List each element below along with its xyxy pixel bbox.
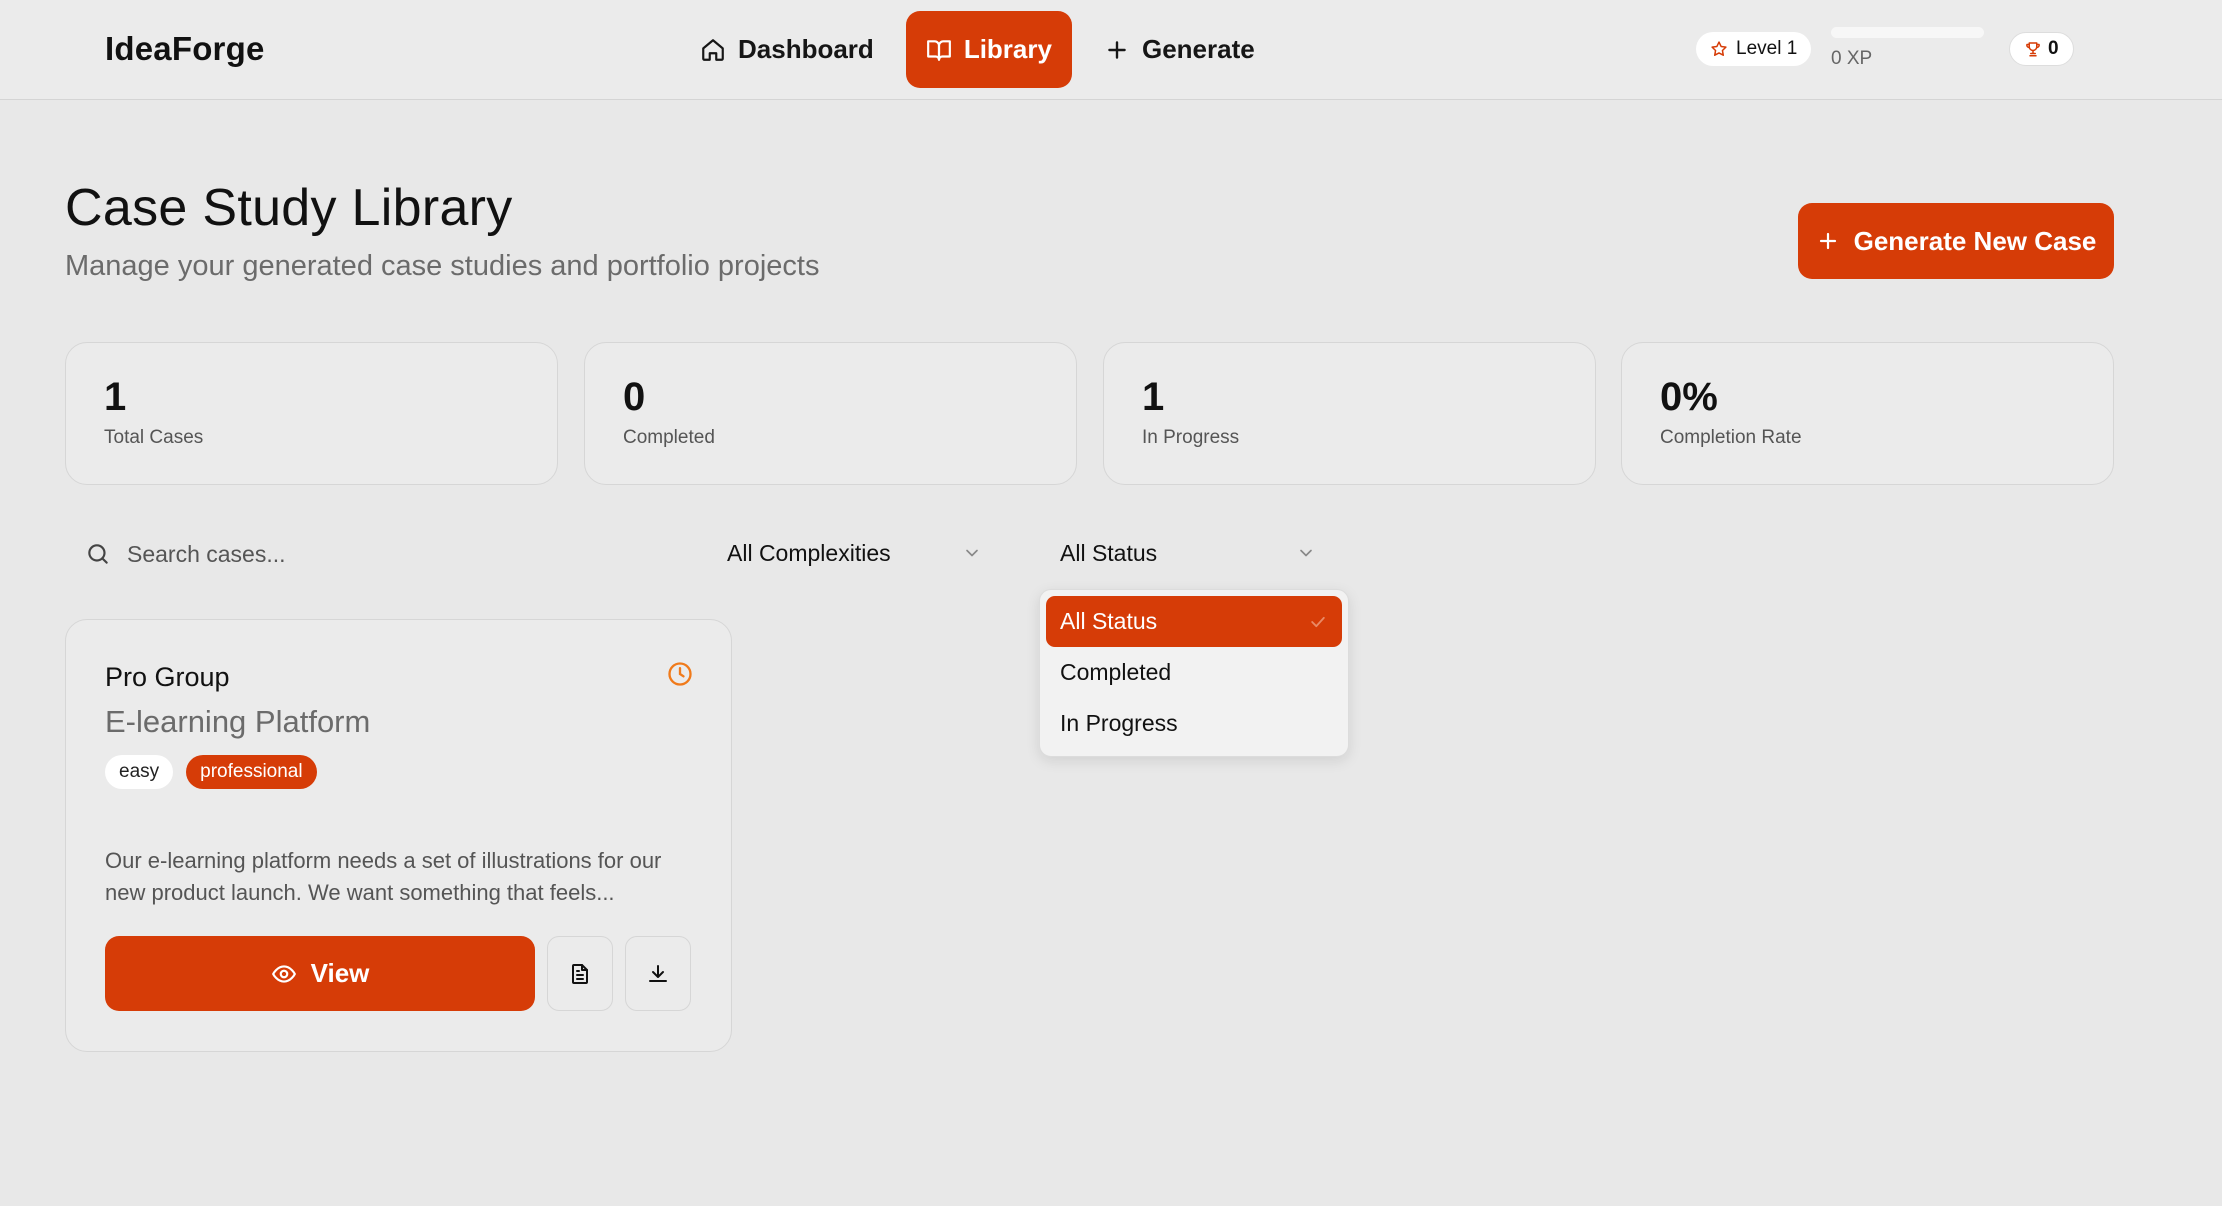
case-tags: easy professional xyxy=(105,755,317,789)
plus-icon xyxy=(1108,40,1126,59)
book-icon xyxy=(926,39,951,61)
search-input[interactable] xyxy=(127,540,647,568)
stat-value: 1 xyxy=(1142,375,1165,419)
status-select[interactable]: All Status xyxy=(1046,528,1330,578)
stat-value: 0% xyxy=(1660,375,1718,419)
stat-label: Completed xyxy=(623,427,715,448)
search-box xyxy=(65,522,685,586)
nav-dashboard[interactable]: Dashboard xyxy=(680,11,894,88)
status-option-label: Completed xyxy=(1060,659,1172,685)
status-option-label: All Status xyxy=(1060,608,1158,634)
complexity-tag: easy xyxy=(105,755,174,789)
trophy-icon xyxy=(2026,42,2040,57)
nav-library[interactable]: Library xyxy=(905,11,1072,88)
status-dropdown-menu: All Status Completed In Progress xyxy=(1039,589,1349,757)
page-title: Case Study Library xyxy=(65,179,513,237)
nav-dashboard-label: Dashboard xyxy=(738,34,874,64)
eye-icon xyxy=(271,964,296,983)
stat-card-completed: 0 Completed xyxy=(584,342,1077,485)
xp-bar xyxy=(1831,27,1984,38)
view-case-button[interactable]: View xyxy=(105,936,535,1011)
status-option-label: In Progress xyxy=(1060,710,1178,736)
nav-generate[interactable]: Generate xyxy=(1084,11,1275,88)
stat-card-in-progress: 1 In Progress xyxy=(1103,342,1596,485)
search-icon xyxy=(88,544,108,564)
chevron-down-icon xyxy=(966,549,978,557)
xp-progress: 0 XP xyxy=(1831,27,1984,70)
nav-generate-label: Generate xyxy=(1141,34,1255,64)
view-case-label: View xyxy=(310,958,370,988)
level-tag: professional xyxy=(186,755,317,789)
stat-label: In Progress xyxy=(1142,427,1240,448)
document-icon xyxy=(572,963,588,984)
status-select-value: All Status xyxy=(1060,539,1158,566)
page-subtitle: Manage your generated case studies and p… xyxy=(65,250,820,282)
stat-card-completion-rate: 0% Completion Rate xyxy=(1621,342,2114,485)
generate-new-case-label: Generate New Case xyxy=(1853,225,2097,256)
check-icon xyxy=(1311,616,1325,627)
status-option-completed[interactable]: Completed xyxy=(1046,647,1342,698)
star-icon xyxy=(1711,41,1727,56)
case-download-button[interactable] xyxy=(625,936,691,1011)
generate-new-case-button[interactable]: Generate New Case xyxy=(1798,203,2114,279)
chevron-down-icon xyxy=(1300,549,1312,557)
stat-label: Completion Rate xyxy=(1660,427,1802,448)
status-option-in-progress[interactable]: In Progress xyxy=(1046,698,1342,749)
complexity-select[interactable]: All Complexities xyxy=(713,528,996,578)
stat-card-total: 1 Total Cases xyxy=(65,342,558,485)
top-navbar: IdeaForge Dashboard Library Generate Lev… xyxy=(0,0,2222,100)
home-icon xyxy=(702,38,724,61)
stat-value: 0 xyxy=(623,375,646,419)
brand-logo[interactable]: IdeaForge xyxy=(105,30,265,68)
download-icon xyxy=(649,964,667,982)
case-description: Our e-learning platform needs a set of i… xyxy=(105,848,662,905)
trophy-count: 0 xyxy=(2048,38,2059,59)
plus-icon xyxy=(1819,232,1836,250)
stat-label: Total Cases xyxy=(104,427,204,448)
case-industry: E-learning Platform xyxy=(105,704,371,739)
clock-icon xyxy=(668,662,692,686)
case-card: Pro Group E-learning Platform easy profe… xyxy=(65,619,732,1052)
case-document-button[interactable] xyxy=(547,936,613,1011)
nav-library-label: Library xyxy=(963,34,1052,64)
main-nav: Dashboard Library Generate xyxy=(680,11,1275,88)
level-label: Level 1 xyxy=(1736,38,1798,59)
trophy-badge: 0 xyxy=(2009,32,2074,66)
complexity-select-value: All Complexities xyxy=(727,539,891,566)
xp-label: 0 XP xyxy=(1831,48,1873,69)
stat-value: 1 xyxy=(104,375,127,419)
level-badge: Level 1 xyxy=(1696,32,1812,66)
status-option-all[interactable]: All Status xyxy=(1046,596,1342,647)
case-client: Pro Group xyxy=(105,662,230,692)
